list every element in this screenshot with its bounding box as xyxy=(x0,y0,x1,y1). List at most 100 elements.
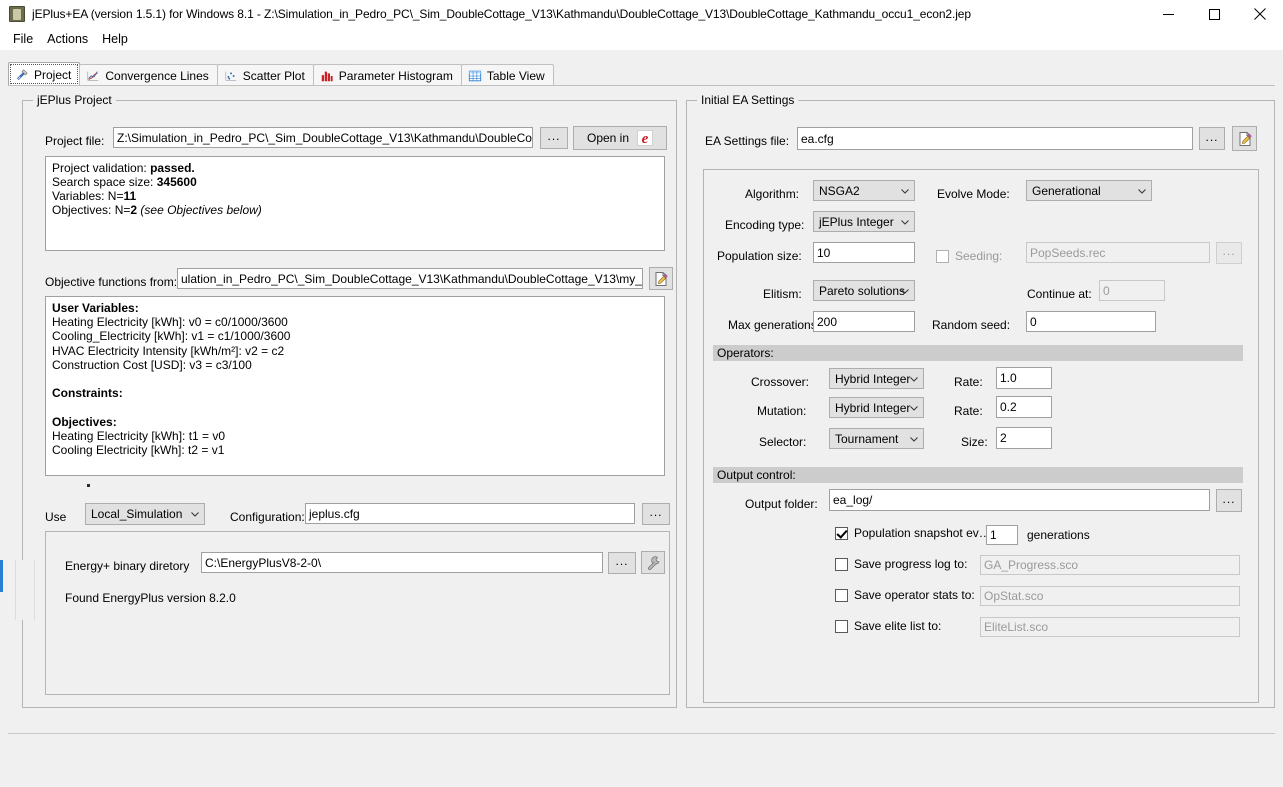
chevron-down-icon xyxy=(1138,188,1146,194)
save-operator-stats-checkbox-box[interactable] xyxy=(835,588,848,602)
objective-functions-input[interactable]: ulation_in_Pedro_PC\_Sim_DoubleCottage_V… xyxy=(177,268,643,289)
tab-project[interactable]: Project xyxy=(8,62,81,86)
energyplus-binary-browse-button[interactable]: ... xyxy=(608,552,636,574)
validation-note-4: (see Objectives below) xyxy=(140,203,262,217)
execution-type-select[interactable]: Local_Simulation xyxy=(85,503,205,525)
energyplus-tool-button[interactable] xyxy=(641,551,665,574)
max-generations-input[interactable]: 200 xyxy=(813,311,915,332)
validation-line-2: Search space size: 345600 xyxy=(52,175,658,189)
save-elite-list-checkbox-box[interactable] xyxy=(835,619,848,633)
tab-table-view[interactable]: Table View xyxy=(460,64,554,86)
mutation-select[interactable]: Hybrid Integer xyxy=(829,397,924,418)
project-file-label: Project file: xyxy=(45,134,105,148)
menu-help[interactable]: Help xyxy=(95,30,135,48)
save-progress-log-checkbox-box[interactable] xyxy=(835,557,848,571)
operator-stats-file-input[interactable]: OpStat.sco xyxy=(980,586,1240,606)
save-progress-log-label: Save progress log to: xyxy=(854,557,968,571)
encoding-type-label: Encoding type: xyxy=(725,218,805,232)
elite-list-file-input[interactable]: EliteList.sco xyxy=(980,617,1240,637)
seeding-checkbox[interactable]: Seeding: xyxy=(936,249,1002,263)
maximize-icon[interactable] xyxy=(1191,0,1237,28)
selector-select[interactable]: Tournament xyxy=(829,428,924,449)
output-control-section-bar: Output control: xyxy=(713,467,1243,483)
continue-at-input[interactable]: 0 xyxy=(1099,280,1165,301)
tab-scatter-plot-label: Scatter Plot xyxy=(242,68,305,83)
table-grid-icon xyxy=(468,70,481,81)
evolve-mode-select[interactable]: Generational xyxy=(1026,180,1152,201)
tab-parameter-histogram[interactable]: Parameter Histogram xyxy=(312,64,462,86)
project-tools-icon xyxy=(16,68,28,80)
crossover-select[interactable]: Hybrid Integer xyxy=(829,368,924,389)
algorithm-select[interactable]: NSGA2 xyxy=(813,180,915,201)
evolve-mode-label: Evolve Mode: xyxy=(937,187,1010,201)
open-in-browser-button[interactable]: Open in e xyxy=(573,126,667,150)
edit-document-icon xyxy=(655,271,668,286)
population-snapshot-checkbox-box[interactable] xyxy=(835,526,848,540)
save-elite-list-checkbox[interactable]: Save elite list to: xyxy=(835,619,941,633)
constraints-header: Constraints xyxy=(52,386,119,401)
project-file-browse-button[interactable]: ... xyxy=(540,127,568,149)
close-icon[interactable] xyxy=(1237,0,1283,28)
population-snapshot-checkbox[interactable]: Population snapshot ev… xyxy=(835,526,991,540)
random-seed-label: Random seed: xyxy=(932,318,1011,332)
title-bar: jEPlus+EA (version 1.5.1) for Windows 8.… xyxy=(0,0,1283,28)
progress-log-file-input[interactable]: GA_Progress.sco xyxy=(980,555,1240,575)
selector-value: Tournament xyxy=(835,431,899,446)
random-seed-input[interactable]: 0 xyxy=(1026,311,1156,332)
edit-document-icon xyxy=(1239,131,1252,146)
mutation-rate-input[interactable]: 0.2 xyxy=(996,396,1052,418)
seeding-browse-button[interactable]: ... xyxy=(1216,242,1242,264)
seeding-checkbox-box[interactable] xyxy=(936,249,949,263)
validation-line-4: Objectives: N=2 (see Objectives below) xyxy=(52,203,658,217)
evolve-mode-value: Generational xyxy=(1032,183,1101,198)
open-in-label: Open in xyxy=(586,131,630,145)
ea-settings-edit-button[interactable] xyxy=(1232,126,1257,151)
ea-settings-file-input[interactable]: ea.cfg xyxy=(797,127,1193,150)
svg-text:e: e xyxy=(642,131,649,146)
mutation-label: Mutation: xyxy=(757,404,807,418)
ea-settings-file-label: EA Settings file: xyxy=(705,134,790,148)
configuration-browse-button[interactable]: ... xyxy=(642,503,670,525)
snapshot-interval-input[interactable]: 1 xyxy=(986,525,1018,545)
render-artifact-strip-2 xyxy=(17,560,35,620)
elitism-select[interactable]: Pareto solutions xyxy=(813,280,915,301)
population-snapshot-label: Population snapshot ev… xyxy=(854,526,991,540)
population-size-input[interactable]: 10 xyxy=(813,242,915,263)
save-progress-log-checkbox[interactable]: Save progress log to: xyxy=(835,557,967,571)
algorithm-value: NSGA2 xyxy=(819,183,860,198)
ea-settings-browse-button[interactable]: ... xyxy=(1199,127,1225,150)
objective-0: Heating Electricity [kWh]: t1 = v0 xyxy=(52,428,226,443)
line-chart-icon xyxy=(87,70,99,81)
encoding-type-value: jEPlus Integer xyxy=(819,214,894,229)
window-title: jEPlus+EA (version 1.5.1) for Windows 8.… xyxy=(32,7,971,21)
user-variables-header: User Variables xyxy=(52,301,135,315)
tab-scatter-plot[interactable]: Scatter Plot xyxy=(216,64,314,86)
project-validation-box: Project validation: passed. Search space… xyxy=(45,156,665,251)
encoding-type-select[interactable]: jEPlus Integer xyxy=(813,211,915,232)
validation-label-4: Objectives: N= xyxy=(52,203,131,217)
save-operator-stats-checkbox[interactable]: Save operator stats to: xyxy=(835,588,975,602)
project-file-input[interactable]: Z:\Simulation_in_Pedro_PC\_Sim_DoubleCot… xyxy=(113,127,533,148)
chevron-down-icon xyxy=(901,219,909,225)
objective-1: Cooling Electricity [kWh]: t2 = v1 xyxy=(52,443,225,458)
wrench-icon xyxy=(647,556,659,570)
objective-functions-edit-button[interactable] xyxy=(649,267,673,290)
menu-file[interactable]: File xyxy=(6,30,40,48)
selector-size-input[interactable]: 2 xyxy=(996,427,1052,449)
status-bar: Optimisation started. Processing the ini… xyxy=(0,734,1283,787)
configuration-input[interactable]: jeplus.cfg xyxy=(305,503,635,524)
validation-label-3: Variables: N= xyxy=(52,189,124,203)
crossover-rate-input[interactable]: 1.0 xyxy=(996,367,1052,389)
window-controls xyxy=(1145,0,1283,28)
tab-convergence-lines[interactable]: Convergence Lines xyxy=(79,64,218,86)
output-folder-browse-button[interactable]: ... xyxy=(1216,489,1242,512)
snapshot-generations-label: generations xyxy=(1027,528,1090,542)
output-folder-input[interactable]: ea_log/ xyxy=(829,489,1210,511)
menu-actions[interactable]: Actions xyxy=(40,30,95,48)
minimize-icon[interactable] xyxy=(1145,0,1191,28)
tab-convergence-lines-label: Convergence Lines xyxy=(105,68,209,83)
chevron-down-icon xyxy=(910,436,918,442)
chevron-down-icon xyxy=(191,512,199,517)
seeding-file-input[interactable]: PopSeeds.rec xyxy=(1026,242,1210,263)
energyplus-binary-input[interactable]: C:\EnergyPlusV8-2-0\ xyxy=(201,552,603,573)
